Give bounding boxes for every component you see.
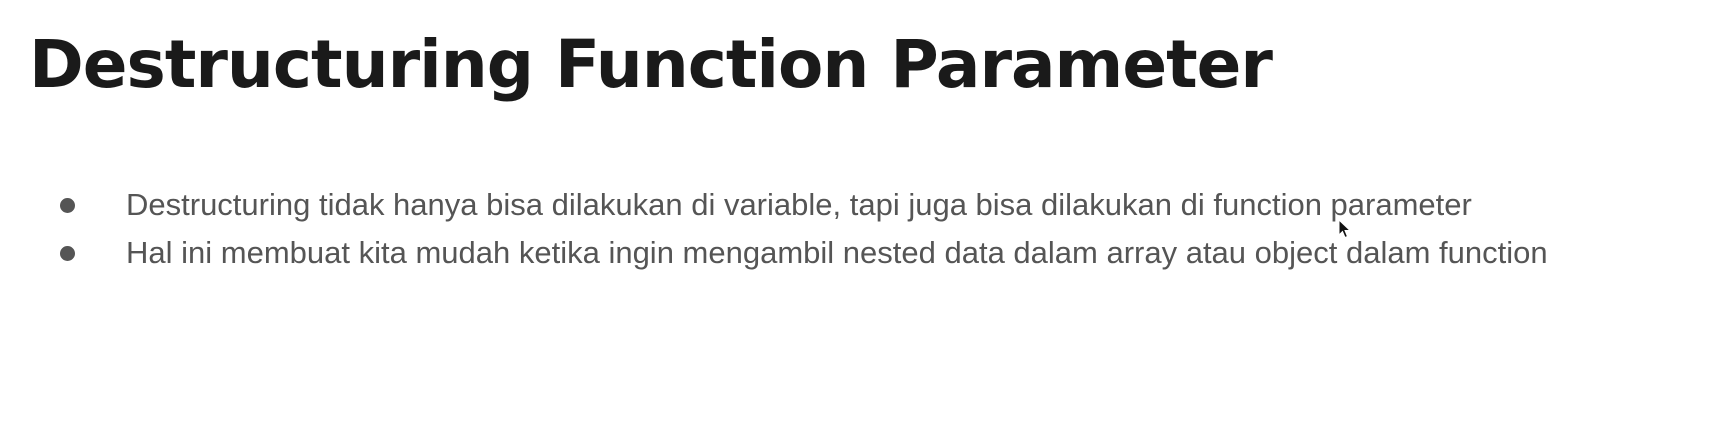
mouse-pointer-icon	[1338, 219, 1352, 239]
bullet-dot-icon	[60, 198, 75, 213]
bullet-text: Hal ini membuat kita mudah ketika ingin …	[126, 235, 1548, 270]
bullet-item: Destructuring tidak hanya bisa dilakukan…	[0, 181, 1596, 229]
bullet-text: Destructuring tidak hanya bisa dilakukan…	[126, 187, 1472, 222]
bullet-dot-icon	[60, 246, 75, 261]
bullet-item: Hal ini membuat kita mudah ketika ingin …	[0, 229, 1596, 277]
slide: Destructuring Function Parameter Destruc…	[0, 0, 1709, 445]
bullet-list: Destructuring tidak hanya bisa dilakukan…	[0, 181, 1709, 277]
slide-title: Destructuring Function Parameter	[29, 26, 1273, 103]
